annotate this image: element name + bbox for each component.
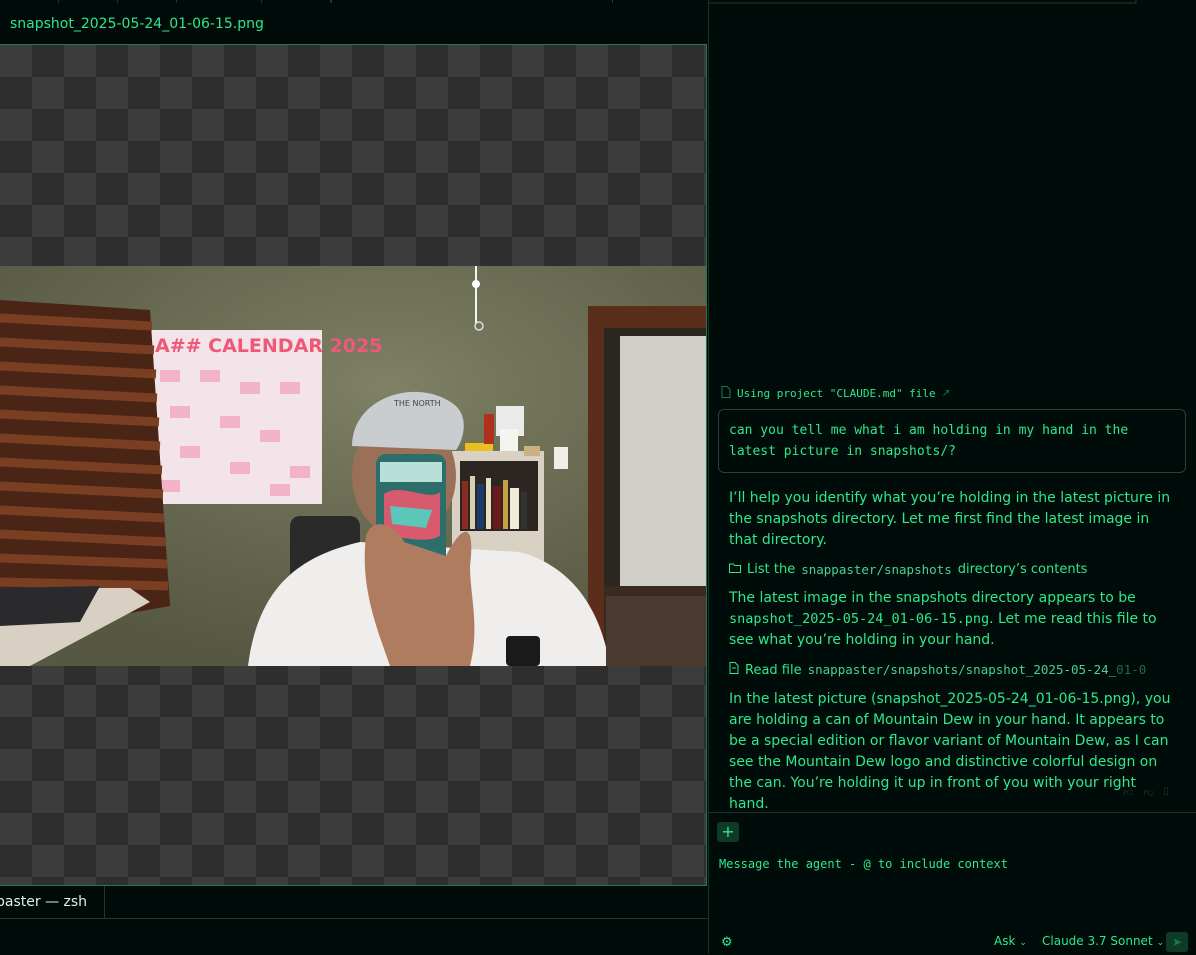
- reply-text: The latest image in the snapshots direct…: [729, 590, 1136, 606]
- context-note[interactable]: Using project "CLAUDE.md" file ↗: [721, 386, 950, 401]
- editor-tab[interactable]: [118, 0, 177, 3]
- file-icon: [721, 386, 731, 401]
- editor-pane: snapshot_2025-05-24_01-06-15.png A## CAL…: [0, 0, 708, 954]
- file-title: snapshot_2025-05-24_01-06-15.png: [10, 16, 264, 32]
- message-input[interactable]: [719, 853, 1179, 875]
- add-context-button[interactable]: +: [717, 822, 739, 842]
- external-link-icon[interactable]: ↗: [942, 388, 950, 399]
- agent-tab-strip: [709, 0, 1137, 4]
- model-select[interactable]: Claude 3.7 Sonnet ⌄: [1042, 934, 1164, 948]
- mode-select-label: Ask: [994, 934, 1016, 948]
- thumbs-up-icon[interactable]: 👍︎: [1123, 786, 1133, 798]
- folder-icon: [729, 559, 741, 580]
- chevron-down-icon: ⌄: [1156, 938, 1165, 948]
- editor-tab[interactable]: [177, 0, 262, 3]
- editor-tab[interactable]: [0, 0, 59, 3]
- tool-step-list-directory[interactable]: List the snappaster/snapshots directory’…: [729, 559, 1179, 580]
- editor-tab[interactable]: [262, 0, 331, 3]
- agent-pane: Using project "CLAUDE.md" file ↗ can you…: [708, 0, 1196, 954]
- copy-icon[interactable]: ▯: [1163, 786, 1169, 798]
- svg-text:THE NORTH: THE NORTH: [393, 399, 441, 408]
- file-read-icon: [729, 660, 739, 681]
- send-button[interactable]: ➤: [1166, 932, 1188, 952]
- chevron-down-icon: ⌄: [1019, 938, 1027, 948]
- terminal-tab-label: paster — zsh: [0, 894, 88, 910]
- tool-step-path: snappaster/snapshots/snapshot_2025-05-24…: [807, 662, 1117, 677]
- model-select-label: Claude 3.7 Sonnet: [1042, 934, 1153, 948]
- editor-tab-active[interactable]: [331, 0, 613, 3]
- reply-inline-code: snapshot_2025-05-24_01-06-15.png: [729, 611, 990, 627]
- thumbs-down-icon[interactable]: 👎︎: [1143, 786, 1153, 798]
- terminal-tab[interactable]: paster — zsh: [0, 886, 105, 918]
- settings-icon[interactable]: ⚙: [721, 935, 733, 950]
- tool-step-path: snappaster/snapshots: [801, 562, 952, 577]
- reply-paragraph: In the latest picture (snapshot_2025-05-…: [729, 691, 1171, 812]
- webcam-image: A## CALENDAR 2025 THE NORTH: [0, 266, 706, 666]
- tool-step-read-file[interactable]: Read file snappaster/snapshots/snapshot_…: [729, 659, 1179, 681]
- plus-icon: +: [721, 822, 735, 841]
- editor-tab[interactable]: [59, 0, 118, 3]
- reply-paragraph: The latest image in the snapshots direct…: [729, 588, 1179, 651]
- message-composer: + ⚙ Ask⌄ Claude 3.7 Sonnet⌄ ➤: [709, 812, 1196, 955]
- editor-tab-strip: [0, 0, 708, 4]
- image-viewer: A## CALENDAR 2025 THE NORTH: [0, 44, 707, 886]
- terminal-tab-bar: paster — zsh: [0, 886, 708, 919]
- reply-paragraph: I’ll help you identify what you’re holdi…: [729, 490, 1171, 548]
- tool-step-suffix: directory’s contents: [957, 562, 1088, 577]
- tool-step-path-truncated: 01-0: [1116, 662, 1147, 677]
- send-icon: ➤: [1171, 935, 1183, 949]
- feedback-actions: 👍︎ 👎︎ ▯: [1123, 786, 1169, 798]
- tool-step-prefix: Read file: [745, 662, 802, 678]
- agent-reply: I’ll help you identify what you’re holdi…: [729, 488, 1179, 823]
- snapshot-photo: A## CALENDAR 2025 THE NORTH: [0, 266, 706, 666]
- context-note-text: Using project "CLAUDE.md" file: [737, 387, 936, 400]
- calendar-title: A## CALENDAR 2025: [155, 335, 382, 357]
- mode-select[interactable]: Ask ⌄: [994, 934, 1027, 948]
- user-message: can you tell me what i am holding in my …: [718, 409, 1186, 473]
- tool-step-prefix: List the: [747, 562, 796, 577]
